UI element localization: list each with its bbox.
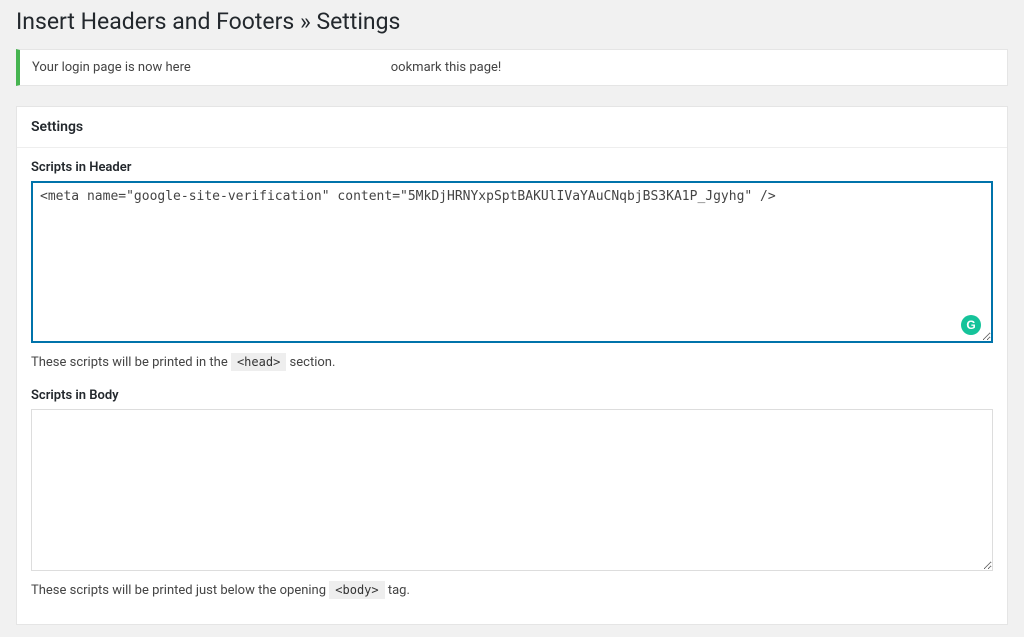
body-scripts-textarea[interactable] bbox=[31, 409, 993, 571]
settings-panel: Settings Scripts in Header G These scrip… bbox=[16, 106, 1008, 625]
body-scripts-field: Scripts in Body These scripts will be pr… bbox=[31, 388, 993, 598]
body-scripts-help-suffix: tag. bbox=[388, 583, 410, 598]
notice-text-prefix: Your login page is now here bbox=[32, 60, 191, 75]
grammarly-icon[interactable]: G bbox=[961, 315, 981, 335]
header-scripts-textarea[interactable] bbox=[31, 181, 993, 343]
head-tag-code: <head> bbox=[231, 353, 286, 371]
body-scripts-help-prefix: These scripts will be printed just below… bbox=[31, 583, 329, 598]
header-scripts-field: Scripts in Header G These scripts will b… bbox=[31, 160, 993, 370]
notice-text-suffix: ookmark this page! bbox=[391, 60, 502, 75]
header-scripts-label: Scripts in Header bbox=[31, 160, 993, 175]
body-tag-code: <body> bbox=[329, 581, 384, 599]
notice-obscured-segment bbox=[191, 60, 391, 75]
panel-heading: Settings bbox=[17, 107, 1007, 148]
header-scripts-help: These scripts will be printed in the <he… bbox=[31, 355, 993, 370]
body-scripts-help: These scripts will be printed just below… bbox=[31, 583, 993, 598]
body-scripts-label: Scripts in Body bbox=[31, 388, 993, 403]
login-moved-notice: Your login page is now here ookmark this… bbox=[16, 49, 1008, 86]
header-scripts-help-prefix: These scripts will be printed in the bbox=[31, 355, 231, 370]
header-scripts-help-suffix: section. bbox=[290, 355, 336, 370]
page-title: Insert Headers and Footers » Settings bbox=[0, 0, 1024, 49]
